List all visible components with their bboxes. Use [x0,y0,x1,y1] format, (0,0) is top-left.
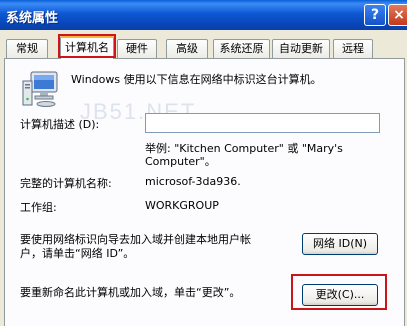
network-id-button[interactable]: 网络 ID(N) [302,233,378,255]
computer-name-panel: JB51.NET Windows 使用以下信息在网络中标识这台计算机。 计算机描… [4,58,405,326]
workgroup-label: 工作组: [20,201,57,214]
description-label: 计算机描述 (D): [20,118,100,131]
tab-remote[interactable]: 远程 [333,39,373,58]
tab-advanced[interactable]: 高级 [166,39,208,58]
tab-system-restore[interactable]: 系统还原 [213,39,270,58]
help-button[interactable]: ? [364,4,386,26]
tab-general[interactable]: 常规 [6,39,48,58]
rename-text: 要重新命名此计算机或加入域，单击“更改”。 [20,286,241,299]
tab-strip: 常规 计算机名 硬件 高级 系统还原 自动更新 远程 [0,30,407,59]
full-name-value: microsof-3da936. [145,175,241,188]
full-name-label: 完整的计算机名称: [20,177,112,190]
tab-automatic-updates[interactable]: 自动更新 [272,39,330,58]
example-line-2: Computer"。 [145,155,216,168]
tab-computer-name[interactable]: 计算机名 [60,36,114,59]
description-input[interactable] [145,113,380,133]
computer-icon [22,71,58,107]
intro-text: Windows 使用以下信息在网络中标识这台计算机。 [71,73,322,86]
network-id-text-2: 户，请单击“网络 ID”。 [20,247,135,260]
tab-hardware[interactable]: 硬件 [117,39,157,58]
workgroup-value: WORKGROUP [145,199,219,212]
window-title: 系统属性 [6,11,59,26]
title-bar: 系统属性 ? × [0,0,407,30]
close-button[interactable]: × [388,4,407,26]
change-button[interactable]: 更改(C)... [302,284,378,306]
